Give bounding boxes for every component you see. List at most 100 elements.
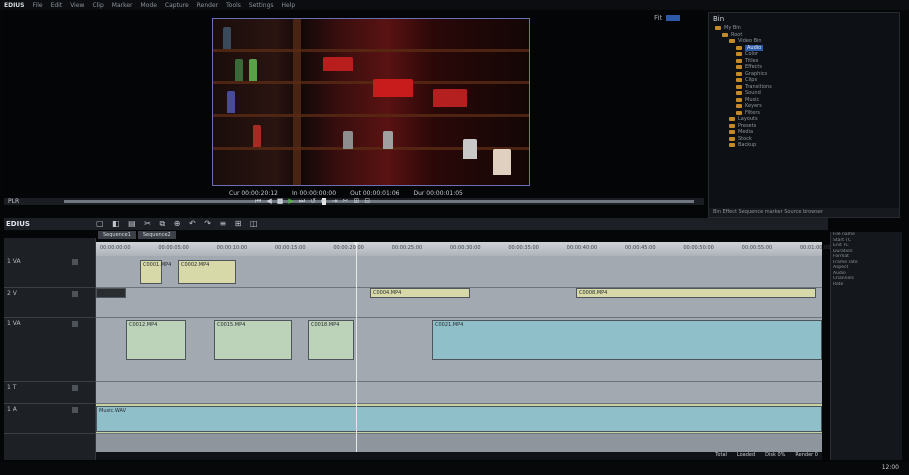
track-toggle[interactable] (72, 321, 78, 327)
timecode-readout: Cur 00:00:20:12 In 00:00:00:00 Out 00:00… (229, 190, 463, 197)
cut-button[interactable]: ✂ (343, 197, 349, 206)
bin-item-label: Filters (745, 109, 760, 116)
go-end-button[interactable]: ⏭ (299, 197, 305, 206)
bottle (235, 59, 243, 81)
tab-sequence1[interactable]: Sequence1 (98, 231, 136, 239)
sequence-tabs: Sequence1 Sequence2 (98, 231, 176, 239)
bin-item[interactable]: Backup (709, 142, 899, 149)
clip-label: C0015.MP4 (217, 322, 246, 328)
overwrite-button[interactable]: ⊟ (364, 197, 370, 206)
status-bar: Total Loaded Disk 0% Render 0 (96, 452, 822, 460)
folder-icon (729, 136, 735, 141)
go-start-button[interactable]: ⏮ (255, 197, 261, 206)
timeline-tools[interactable]: ▢ ◧ ▤ ✂ ⧉ ⊕ ↶ ↷ ≡ ⊞ ◫ (96, 219, 261, 229)
track-toggle[interactable] (72, 291, 78, 297)
zoom-dropdown[interactable] (666, 15, 681, 21)
insert-button[interactable]: ⊞ (354, 197, 360, 206)
bottle (373, 79, 413, 97)
bin-panel: Bin My Bin Root Video Bin Audio Color Titles E… (708, 12, 900, 218)
track-lane[interactable] (96, 382, 822, 404)
rewind-button[interactable]: ◀ (266, 197, 271, 206)
menu-tools[interactable]: Tools (226, 2, 241, 9)
timeline-tracks[interactable]: C0001.MP4 C0002.MP4 C0004.MP4 C0008.MP4 … (96, 256, 822, 456)
in-timecode: In 00:00:00:00 (291, 190, 337, 197)
menu-file[interactable]: File (33, 2, 43, 9)
track-headers: 1 VA 2 V 1 VA 1 T 1 A (4, 238, 96, 460)
info-row: Rate (833, 281, 844, 287)
bottle (323, 57, 353, 71)
bin-tree: My Bin Root Video Bin Audio Color Titles Effec… (709, 25, 899, 149)
timeline-title: EDIUS (6, 220, 30, 228)
bin-title: Bin (713, 15, 725, 23)
timeline-clip[interactable]: C0008.MP4 (576, 288, 816, 298)
bin-item-label: Root (731, 31, 743, 38)
current-timecode: Cur 00:00:20:12 (229, 190, 278, 197)
bin-item-label: Presets (738, 122, 757, 129)
menu-help[interactable]: Help (282, 2, 296, 9)
timeline-clip[interactable]: C0002.MP4 (178, 260, 236, 284)
transport-controls: ⏮ ◀ ■ ▶ ⏭ ↺ ⇤ ⇥ ✂ ⊞ ⊟ (255, 197, 370, 206)
folder-icon (736, 84, 742, 89)
scrubber-track[interactable] (64, 200, 694, 203)
clip-label: C0021.MP4 (435, 322, 464, 328)
bin-item-label: Color (745, 51, 759, 58)
ruler-tick-label: 00:01:00:00 (800, 245, 831, 251)
menu-capture[interactable]: Capture (165, 2, 189, 9)
loop-button[interactable]: ↺ (310, 197, 316, 206)
folder-icon (736, 78, 742, 83)
timeline-clip[interactable]: C0004.MP4 (370, 288, 470, 298)
os-taskbar: 12:00 (0, 462, 909, 475)
player-zoom-control[interactable]: Fit (654, 14, 681, 22)
bottle (493, 149, 511, 175)
status-total: Total (715, 452, 727, 458)
clip-label: C0001.MP4 (143, 262, 172, 268)
stop-button[interactable]: ■ (277, 197, 284, 206)
track-header[interactable]: 1 VA (4, 256, 96, 288)
folder-icon (736, 65, 742, 70)
bottle (249, 59, 257, 81)
track-header[interactable]: 1 T (4, 382, 96, 404)
bin-item-label: Graphics (745, 70, 768, 77)
shelf (213, 114, 529, 117)
menu-marker[interactable]: Marker (112, 2, 133, 9)
menu-settings[interactable]: Settings (249, 2, 274, 9)
shelf (213, 81, 529, 84)
tab-sequence2[interactable]: Sequence2 (137, 231, 176, 239)
menu-view[interactable]: View (70, 2, 84, 9)
timeline-playhead[interactable] (353, 242, 359, 456)
timeline-clip[interactable]: C0021.MP4 (432, 320, 822, 360)
track-name: 1 T (7, 384, 17, 391)
timeline-clip[interactable]: C0015.MP4 (214, 320, 292, 360)
menu-render[interactable]: Render (197, 2, 218, 9)
bin-item-label: Keyers (745, 103, 762, 110)
menu-mode[interactable]: Mode (141, 2, 157, 9)
track-toggle[interactable] (72, 385, 78, 391)
status-loaded: Loaded (736, 452, 756, 458)
bin-footer-tabs[interactable]: Bin Effect Sequence marker Source browse… (709, 208, 899, 217)
timeline-clip[interactable]: C0012.MP4 (126, 320, 186, 360)
track-toggle[interactable] (72, 259, 78, 265)
bin-item-label: Layouts (738, 116, 758, 123)
set-in-button[interactable]: ⇤ (321, 197, 327, 206)
track-header[interactable]: 1 VA (4, 318, 96, 382)
folder-icon (736, 97, 742, 102)
track-toggle[interactable] (72, 407, 78, 413)
timeline-clip[interactable] (96, 288, 126, 298)
set-out-button[interactable]: ⇥ (332, 197, 338, 206)
status-render: Render 0 (795, 452, 818, 458)
track-header[interactable]: 2 V (4, 288, 96, 318)
menu-edit[interactable]: Edit (51, 2, 63, 9)
folder-icon (736, 91, 742, 96)
bin-item-label: Audio (745, 44, 764, 51)
timeline-clip[interactable]: C0018.MP4 (308, 320, 354, 360)
track-header[interactable]: 1 A (4, 404, 96, 434)
clip-label: C0002.MP4 (181, 262, 210, 268)
play-button[interactable]: ▶ (288, 197, 293, 206)
timeline-clip[interactable]: Music.WAV (96, 406, 822, 432)
menu-clip[interactable]: Clip (92, 2, 103, 9)
ruler-tick-label: 00:00:20:00 (333, 245, 364, 251)
bin-item-label: My Bin (724, 25, 741, 32)
timeline-clip[interactable]: C0001.MP4 (140, 260, 171, 284)
timeline-ruler[interactable]: 00:00:00:00 00:00:05:00 00:00:10:00 00:00:1… (96, 242, 831, 256)
folder-icon (729, 123, 735, 128)
